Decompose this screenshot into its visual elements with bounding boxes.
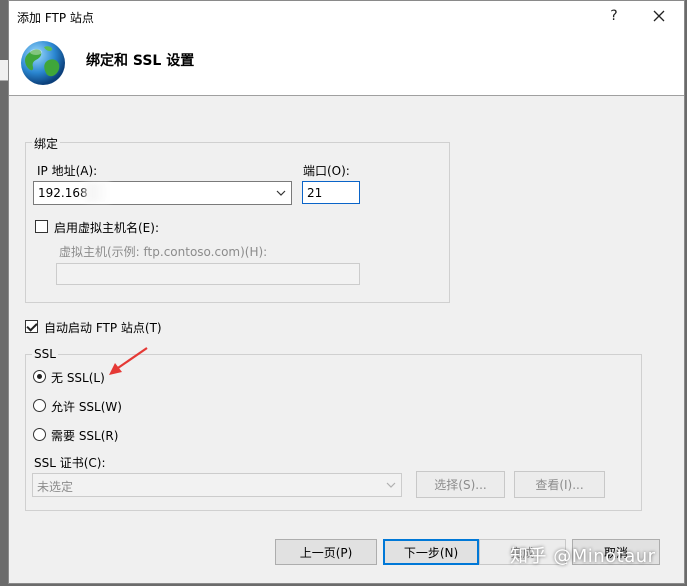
port-value: 21 — [307, 186, 323, 200]
virtual-host-checkbox[interactable] — [35, 220, 48, 233]
radio-no-ssl[interactable] — [33, 370, 46, 383]
window-title: 添加 FTP 站点 — [17, 11, 94, 25]
select-certificate-button[interactable]: 选择(S)... — [416, 471, 505, 498]
port-label: 端口(O): — [303, 164, 350, 178]
virtual-host-label: 虚拟主机(示例: ftp.contoso.com)(H): — [59, 245, 268, 259]
close-button[interactable] — [639, 3, 679, 29]
radio-allow-ssl[interactable] — [33, 399, 46, 412]
page-title: 绑定和 SSL 设置 — [86, 53, 195, 69]
wizard-header: 绑定和 SSL 设置 — [9, 31, 684, 96]
radio-no-ssl-label[interactable]: 无 SSL(L) — [51, 369, 105, 386]
annotation-arrow-icon — [109, 347, 148, 375]
add-ftp-site-dialog: 添加 FTP 站点 ? 绑定和 SSL 设置 绑定 IP 地址(A): 192.… — [8, 0, 685, 584]
radio-allow-ssl-label[interactable]: 允许 SSL(W) — [51, 398, 122, 415]
help-button[interactable]: ? — [594, 3, 634, 29]
watermark: 知乎 @Minotaur — [510, 546, 656, 567]
title-bar: 添加 FTP 站点 ? — [9, 1, 684, 31]
port-input[interactable]: 21 — [302, 181, 360, 204]
close-icon — [653, 10, 665, 22]
chevron-down-icon — [386, 482, 396, 488]
autostart-label[interactable]: 自动启动 FTP 站点(T) — [44, 319, 162, 336]
virtual-host-input[interactable] — [56, 263, 360, 285]
ssl-certificate-combobox[interactable]: 未选定 — [32, 473, 402, 497]
view-certificate-button[interactable]: 查看(I)... — [514, 471, 605, 498]
redaction-blur — [80, 183, 110, 202]
ssl-certificate-value: 未选定 — [37, 480, 74, 494]
autostart-checkbox[interactable] — [25, 320, 38, 333]
next-button[interactable]: 下一步(N) — [383, 539, 479, 565]
ssl-certificate-label: SSL 证书(C): — [34, 456, 106, 470]
virtual-host-checkbox-label[interactable]: 启用虚拟主机名(E): — [54, 219, 159, 236]
ssl-legend: SSL — [32, 347, 58, 361]
chevron-down-icon — [276, 190, 286, 196]
ip-address-label: IP 地址(A): — [37, 164, 98, 178]
binding-legend: 绑定 — [32, 135, 61, 152]
ip-address-combobox[interactable]: 192.168 — [33, 181, 292, 205]
globe-icon — [21, 41, 65, 85]
radio-require-ssl[interactable] — [33, 428, 46, 441]
radio-require-ssl-label[interactable]: 需要 SSL(R) — [51, 427, 118, 444]
previous-button[interactable]: 上一页(P) — [275, 539, 377, 565]
